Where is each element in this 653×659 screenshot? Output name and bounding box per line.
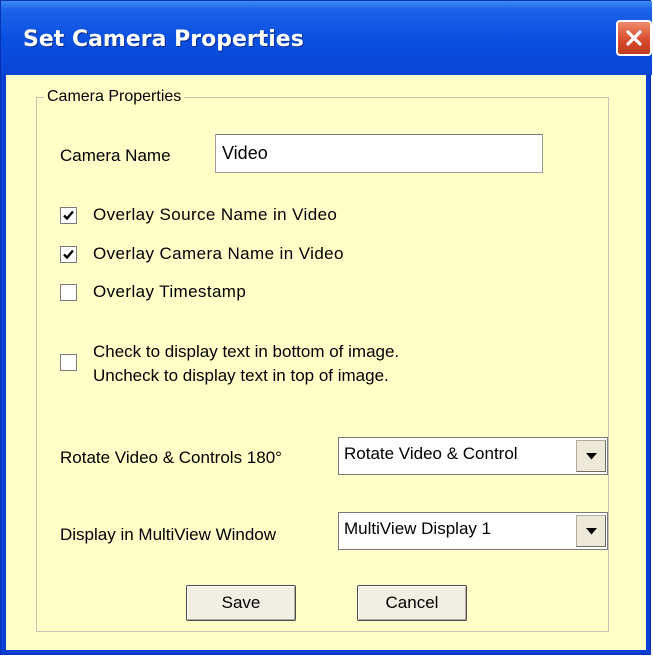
multiview-selected-value: MultiView Display 1 bbox=[344, 519, 492, 538]
chevron-down-icon bbox=[586, 453, 597, 460]
close-button[interactable] bbox=[616, 20, 652, 56]
checkbox-box[interactable] bbox=[60, 354, 77, 371]
camera-properties-group bbox=[36, 97, 609, 632]
chevron-down-icon bbox=[586, 528, 597, 535]
checkbox-box[interactable] bbox=[60, 207, 77, 224]
multiview-dropdown[interactable]: MultiView Display 1 bbox=[338, 512, 608, 550]
multiview-dropdown-button[interactable] bbox=[576, 515, 606, 547]
multiview-label: Display in MultiView Window bbox=[60, 525, 277, 544]
checkmark-icon bbox=[63, 249, 74, 260]
save-button[interactable]: Save bbox=[186, 585, 296, 621]
camera-name-input[interactable] bbox=[215, 134, 543, 173]
group-title: Camera Properties bbox=[44, 88, 185, 106]
cancel-button[interactable]: Cancel bbox=[357, 585, 467, 621]
rotate-selected-value: Rotate Video & Control bbox=[344, 444, 518, 463]
checkbox-label: Overlay Source Name in Video bbox=[93, 205, 338, 224]
checkmark-icon bbox=[63, 210, 74, 221]
rotate-dropdown-button[interactable] bbox=[576, 440, 606, 472]
title-bar[interactable]: Set Camera Properties bbox=[1, 1, 652, 75]
camera-name-label: Camera Name bbox=[60, 146, 171, 165]
close-icon bbox=[626, 30, 642, 46]
text-position-label-line1: Check to display text in bottom of image… bbox=[93, 342, 400, 361]
checkbox-label: Overlay Timestamp bbox=[93, 282, 247, 301]
checkbox-box[interactable] bbox=[60, 284, 77, 301]
text-position-label-line2: Uncheck to display text in top of image. bbox=[93, 366, 389, 385]
rotate-label: Rotate Video & Controls 180° bbox=[60, 448, 282, 467]
checkbox-label: Overlay Camera Name in Video bbox=[93, 244, 344, 263]
checkbox-box[interactable] bbox=[60, 246, 77, 263]
window-title: Set Camera Properties bbox=[23, 27, 304, 52]
rotate-dropdown[interactable]: Rotate Video & Control bbox=[338, 437, 608, 475]
